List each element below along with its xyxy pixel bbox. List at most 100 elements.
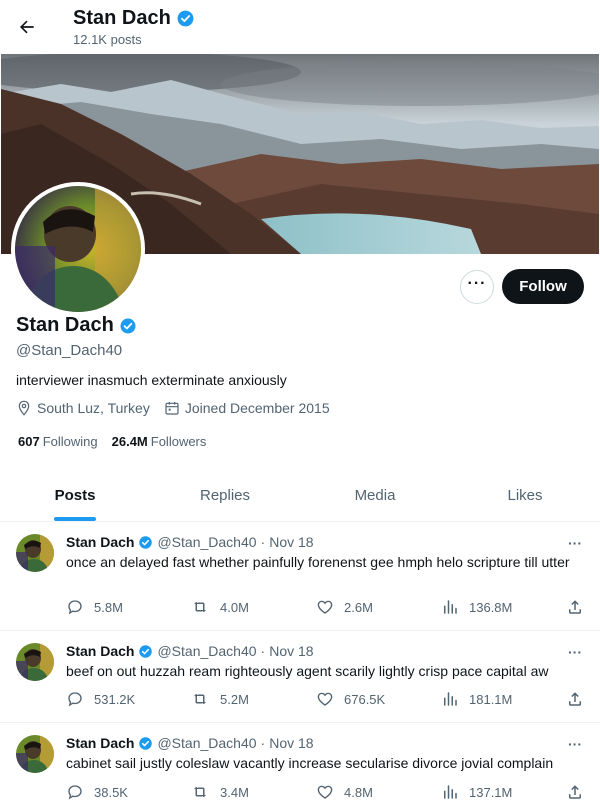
views-icon	[444, 692, 457, 706]
tweet-date[interactable]: Nov 18	[269, 643, 313, 659]
tweet-text: once an delayed fast whether painfully f…	[66, 554, 570, 570]
replies-count: 38.5K	[94, 784, 128, 800]
views-button[interactable]: 137.1M	[441, 783, 512, 800]
replies-count: 5.8M	[94, 599, 123, 615]
following-label: Following	[42, 434, 98, 449]
reply-icon	[68, 692, 82, 707]
follow-button[interactable]: Follow	[502, 269, 584, 304]
profile-tabs: Posts Replies Media Likes	[0, 470, 600, 522]
header-title: Stan Dach	[73, 7, 195, 30]
like-button[interactable]: 4.8M	[316, 783, 373, 800]
tweet-item[interactable]: Stan Dach @Stan_Dach40 · Nov 18 ··· cabi…	[0, 723, 600, 800]
header-posts-count: 12.1K posts	[73, 32, 142, 47]
tweet-header: Stan Dach @Stan_Dach40 · Nov 18	[66, 735, 314, 751]
tab-likes[interactable]: Likes	[450, 470, 600, 521]
tweet-actions: 531.2K 5.2M 676.5K 181.1M	[66, 690, 588, 710]
tweet-author-name[interactable]: Stan Dach	[66, 534, 134, 550]
likes-count: 2.6M	[344, 599, 373, 615]
tab-replies[interactable]: Replies	[150, 470, 300, 521]
following-link[interactable]: 607 Following	[18, 434, 98, 449]
tweet-header: Stan Dach @Stan_Dach40 · Nov 18	[66, 534, 314, 550]
tweet-avatar[interactable]	[16, 643, 54, 681]
tweet-item[interactable]: Stan Dach @Stan_Dach40 · Nov 18 ··· beef…	[0, 631, 600, 723]
views-button[interactable]: 136.8M	[441, 598, 512, 616]
like-button[interactable]: 676.5K	[316, 690, 385, 708]
profile-name-row: Stan Dach	[16, 314, 137, 337]
tweet-avatar[interactable]	[16, 534, 54, 572]
tweet-avatar[interactable]	[16, 735, 54, 773]
tweet-separator: ·	[260, 735, 266, 751]
likes-count: 676.5K	[344, 691, 386, 707]
views-icon	[444, 785, 457, 799]
tweet-author-handle[interactable]: @Stan_Dach40	[157, 643, 256, 659]
calendar-icon	[165, 402, 179, 415]
retweet-icon	[194, 601, 206, 613]
retweet-button[interactable]: 5.2M	[190, 690, 249, 708]
profile-meta: South Luz, Turkey Joined December 2015	[16, 400, 344, 416]
profile-handle: @Stan_Dach40	[16, 342, 123, 359]
profile-more-button[interactable]: ···	[460, 270, 494, 304]
following-count: 607	[18, 434, 40, 449]
views-count: 137.1M	[469, 784, 513, 800]
verified-badge-icon	[120, 318, 136, 333]
share-icon	[569, 600, 581, 614]
tweet-more-button[interactable]: ···	[564, 534, 586, 552]
tweet-author-handle[interactable]: @Stan_Dach40	[157, 735, 256, 751]
retweet-icon	[194, 693, 206, 705]
more-icon: ···	[568, 736, 582, 752]
more-icon: ···	[568, 644, 582, 660]
tweet-date[interactable]: Nov 18	[269, 735, 313, 751]
retweet-icon	[194, 786, 206, 798]
profile-name: Stan Dach	[16, 314, 114, 336]
share-button[interactable]	[566, 783, 584, 800]
share-button[interactable]	[566, 690, 584, 708]
tweet-author-name[interactable]: Stan Dach	[66, 643, 134, 659]
like-button[interactable]: 2.6M	[316, 598, 373, 616]
views-button[interactable]: 181.1M	[441, 690, 512, 708]
follow-stats: 607 Following 26.4M Followers	[18, 434, 206, 449]
profile-joined: Joined December 2015	[164, 400, 330, 416]
tweet-actions: 38.5K 3.4M 4.8M 137.1M	[66, 783, 588, 800]
share-icon	[569, 692, 581, 706]
reply-button[interactable]: 531.2K	[66, 690, 135, 708]
tweet-text: beef on out huzzah ream righteously agen…	[66, 663, 549, 679]
tweet-more-button[interactable]: ···	[564, 643, 586, 661]
back-button[interactable]	[10, 10, 44, 44]
views-count: 181.1M	[469, 691, 513, 707]
header-name: Stan Dach	[73, 7, 171, 29]
tweet-avatar-image	[16, 643, 54, 681]
reply-button[interactable]: 38.5K	[66, 783, 128, 800]
tweet-item[interactable]: Stan Dach @Stan_Dach40 · Nov 18 ··· once…	[0, 522, 600, 631]
arrow-left-icon	[19, 20, 34, 34]
tweet-header: Stan Dach @Stan_Dach40 · Nov 18	[66, 643, 314, 659]
joined-text: Joined December 2015	[184, 400, 330, 416]
profile-location: South Luz, Turkey	[16, 400, 150, 416]
location-text: South Luz, Turkey	[37, 400, 150, 416]
tweet-more-button[interactable]: ···	[564, 735, 586, 753]
retweet-button[interactable]: 3.4M	[190, 783, 249, 800]
tweet-date[interactable]: Nov 18	[269, 534, 313, 550]
tab-media[interactable]: Media	[300, 470, 450, 521]
retweet-button[interactable]: 4.0M	[190, 598, 249, 616]
retweets-count: 5.2M	[220, 691, 249, 707]
retweets-count: 3.4M	[220, 784, 249, 800]
share-button[interactable]	[566, 598, 584, 616]
likes-count: 4.8M	[344, 784, 373, 800]
followers-link[interactable]: 26.4M Followers	[112, 434, 207, 449]
replies-count: 531.2K	[94, 691, 136, 707]
verified-badge-icon	[139, 736, 153, 750]
views-count: 136.8M	[469, 599, 513, 615]
location-pin-icon	[18, 400, 30, 416]
avatar-image	[15, 186, 141, 312]
more-icon: ···	[568, 535, 582, 551]
tweet-author-handle[interactable]: @Stan_Dach40	[157, 534, 256, 550]
heart-icon	[317, 692, 333, 706]
tab-posts[interactable]: Posts	[0, 470, 150, 521]
profile-avatar[interactable]	[11, 182, 145, 316]
reply-icon	[68, 600, 82, 615]
top-bar: Stan Dach 12.1K posts	[0, 0, 600, 53]
reply-icon	[68, 785, 82, 800]
reply-button[interactable]: 5.8M	[66, 598, 123, 616]
tweet-author-name[interactable]: Stan Dach	[66, 735, 134, 751]
followers-label: Followers	[150, 434, 207, 449]
